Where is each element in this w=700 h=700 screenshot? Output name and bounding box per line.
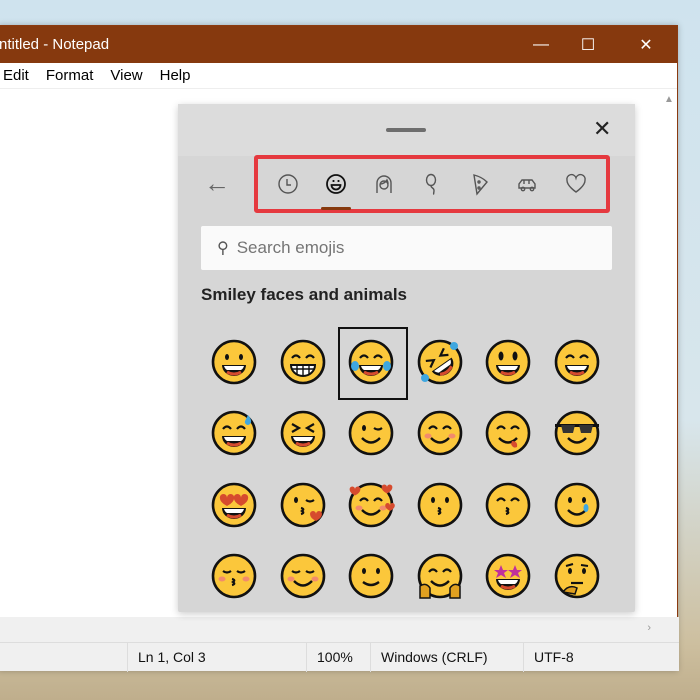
balloon-icon [425, 173, 437, 195]
heart-icon [566, 173, 586, 193]
back-button[interactable]: ← [204, 168, 230, 199]
emoji-kissing-face-with-smiling-eyes[interactable] [474, 469, 543, 541]
emoji-smiling-face-with-heart-eyes[interactable] [200, 469, 269, 541]
tab-smileys[interactable] [319, 167, 353, 210]
pizza-icon [473, 174, 488, 196]
kissing-face-with-closed-eyes-icon [211, 553, 257, 599]
minimize-button[interactable]: — [518, 26, 564, 63]
thinking-face-icon [554, 553, 600, 599]
tab-food[interactable] [463, 167, 497, 201]
title-bar: ntitled - Notepad — ☐ ✕ [0, 26, 677, 63]
emoji-rolling-on-floor-laughing[interactable] [406, 326, 475, 398]
tab-travel[interactable] [511, 167, 545, 201]
emoji-panel-header: ✕ [178, 104, 635, 156]
emoji-smiling-face[interactable] [269, 541, 338, 613]
tab-recent[interactable] [271, 167, 305, 201]
emoji-search-input[interactable] [236, 238, 597, 258]
scroll-up-icon[interactable]: ▲ [664, 94, 674, 105]
emoji-winking-face[interactable] [337, 398, 406, 470]
face-with-tears-of-joy-icon [348, 339, 394, 385]
tab-celebration[interactable] [415, 167, 449, 201]
close-window-button[interactable]: ✕ [623, 26, 669, 63]
emoji-face-with-tears-of-joy[interactable] [337, 326, 408, 400]
person-icon [376, 175, 392, 193]
smiling-face-with-tear-icon [554, 482, 600, 528]
rolling-on-floor-laughing-icon [417, 339, 463, 385]
emoji-smiling-face-with-tear[interactable] [543, 469, 612, 541]
emoji-face-blowing-a-kiss[interactable] [269, 469, 338, 541]
grinning-face-big-eyes-icon [485, 339, 531, 385]
emoji-star-struck[interactable] [474, 541, 543, 613]
drag-handle[interactable] [386, 128, 426, 132]
emoji-grinning-face-smiling-eyes[interactable] [543, 326, 612, 398]
face-blowing-a-kiss-icon [280, 482, 326, 528]
grinning-squinting-face-icon [280, 410, 326, 456]
close-emoji-panel-button[interactable]: ✕ [593, 116, 611, 142]
emoji-grinning-squinting-face[interactable] [269, 398, 338, 470]
status-position: Ln 1, Col 3 [127, 643, 306, 672]
smiling-face-with-smiling-eyes-icon [417, 410, 463, 456]
kissing-face-icon [417, 482, 463, 528]
emoji-kissing-face[interactable] [406, 469, 475, 541]
maximize-button[interactable]: ☐ [565, 26, 611, 63]
star-struck-icon [485, 553, 531, 599]
menu-format[interactable]: Format [46, 67, 94, 84]
smiling-face-icon [280, 553, 326, 599]
menu-help[interactable]: Help [160, 67, 191, 84]
emoji-panel: ✕ ← ⚲ Smiley faces and animals [178, 104, 635, 612]
emoji-thinking-face[interactable] [543, 541, 612, 613]
category-title: Smiley faces and animals [201, 285, 407, 304]
clock-icon [278, 174, 298, 194]
emoji-slightly-smiling-face[interactable] [337, 541, 406, 613]
horizontal-scrollbar[interactable]: › [0, 617, 679, 642]
emoji-category-tabs [254, 155, 610, 213]
kissing-face-with-smiling-eyes-icon [485, 482, 531, 528]
smiling-face-with-heart-eyes-icon [211, 482, 257, 528]
emoji-hugging-face[interactable] [406, 541, 475, 613]
emoji-grinning-face[interactable] [200, 326, 269, 398]
smiling-face-with-hearts-icon [348, 482, 396, 528]
beaming-face-icon [280, 339, 326, 385]
emoji-search-box[interactable]: ⚲ [201, 226, 612, 270]
smiley-icon [326, 174, 346, 194]
window-title: ntitled - Notepad [0, 36, 110, 53]
tab-symbols[interactable] [559, 167, 593, 201]
emoji-smiling-face-with-smiling-eyes[interactable] [406, 398, 475, 470]
search-icon: ⚲ [217, 240, 229, 257]
vertical-scrollbar[interactable]: ▲▼ [659, 90, 677, 642]
hugging-face-icon [417, 553, 463, 599]
winking-face-icon [348, 410, 394, 456]
grinning-face-smiling-eyes-icon [554, 339, 600, 385]
car-icon [518, 179, 536, 192]
status-bar: Ln 1, Col 3 100% Windows (CRLF) UTF-8 [0, 642, 679, 672]
emoji-grid [200, 326, 611, 612]
tab-people[interactable] [367, 167, 401, 201]
status-line-ending: Windows (CRLF) [370, 643, 523, 672]
emoji-kissing-face-with-closed-eyes[interactable] [200, 541, 269, 613]
menu-edit[interactable]: Edit [3, 67, 29, 84]
emoji-smiling-face-with-sunglasses[interactable] [543, 398, 612, 470]
emoji-beaming-face[interactable] [269, 326, 338, 398]
status-zoom: 100% [306, 643, 370, 672]
scroll-right-icon[interactable]: › [647, 622, 651, 634]
menu-view[interactable]: View [110, 67, 142, 84]
emoji-grinning-face-big-eyes[interactable] [474, 326, 543, 398]
emoji-face-savoring-food[interactable] [474, 398, 543, 470]
smiling-face-with-sunglasses-icon [554, 410, 600, 456]
slightly-smiling-face-icon [348, 553, 394, 599]
status-encoding: UTF-8 [523, 643, 679, 672]
emoji-grinning-face-with-sweat[interactable] [200, 398, 269, 470]
menu-bar: Edit Format View Help [0, 63, 677, 89]
grinning-face-with-sweat-icon [211, 410, 257, 456]
face-savoring-food-icon [485, 410, 531, 456]
grinning-face-icon [211, 339, 257, 385]
emoji-smiling-face-with-hearts[interactable] [337, 469, 406, 541]
